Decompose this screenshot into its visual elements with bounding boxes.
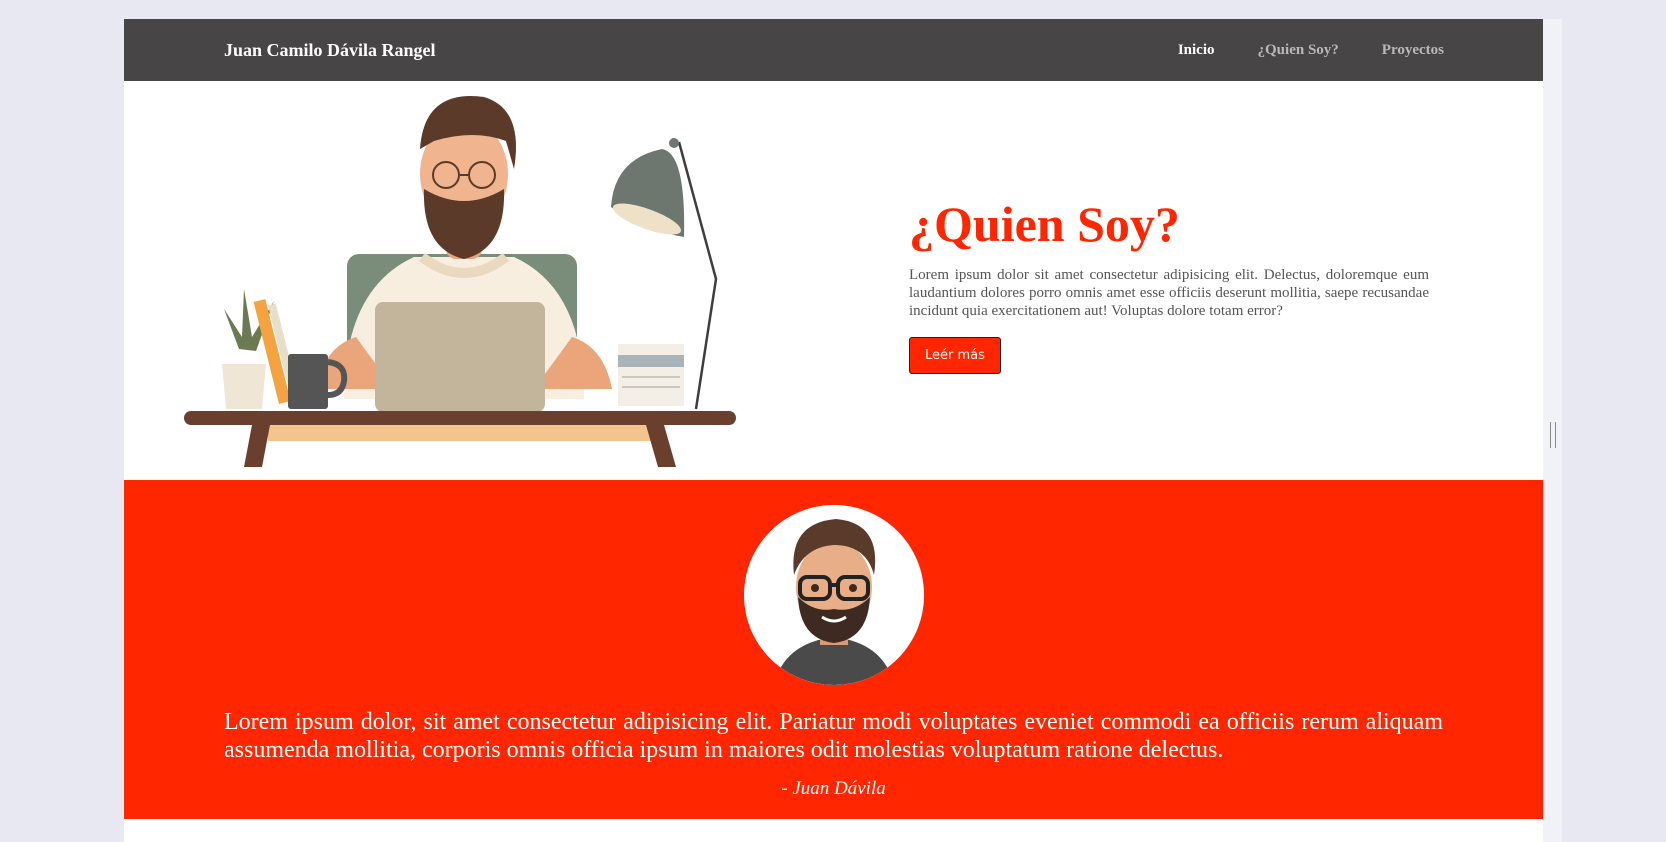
brand-name[interactable]: Juan Camilo Dávila Rangel (224, 19, 436, 81)
nav-link-inicio[interactable]: Inicio (1178, 19, 1215, 81)
nav-link-proyectos[interactable]: Proyectos (1382, 19, 1444, 81)
hero-section: ¿Quien Soy? Lorem ipsum dolor sit amet c… (124, 81, 1543, 480)
navbar: Juan Camilo Dávila Rangel Inicio ¿Quien … (124, 19, 1543, 81)
page: Juan Camilo Dávila Rangel Inicio ¿Quien … (124, 19, 1543, 842)
developer-at-desk-illustration (184, 96, 736, 467)
resize-handle[interactable] (1550, 422, 1556, 448)
bearded-man-avatar-icon (744, 505, 924, 685)
hero-title: ¿Quien Soy? (909, 196, 1180, 252)
hero-description: Lorem ipsum dolor sit amet consectetur a… (909, 267, 1429, 319)
nav-link-quien-soy[interactable]: ¿Quien Soy? (1258, 19, 1339, 81)
avatar (744, 505, 924, 685)
testimonial-author: - Juan Dávila (781, 778, 886, 799)
testimonial-quote: Lorem ipsum dolor, sit amet consectetur … (224, 709, 1443, 763)
testimonial-section: Lorem ipsum dolor, sit amet consectetur … (124, 480, 1543, 819)
read-more-button[interactable]: Leér más (909, 337, 1001, 374)
nav-links: Inicio ¿Quien Soy? Proyectos (1178, 19, 1444, 81)
hero-text: ¿Quien Soy? Lorem ipsum dolor sit amet c… (909, 195, 1429, 374)
